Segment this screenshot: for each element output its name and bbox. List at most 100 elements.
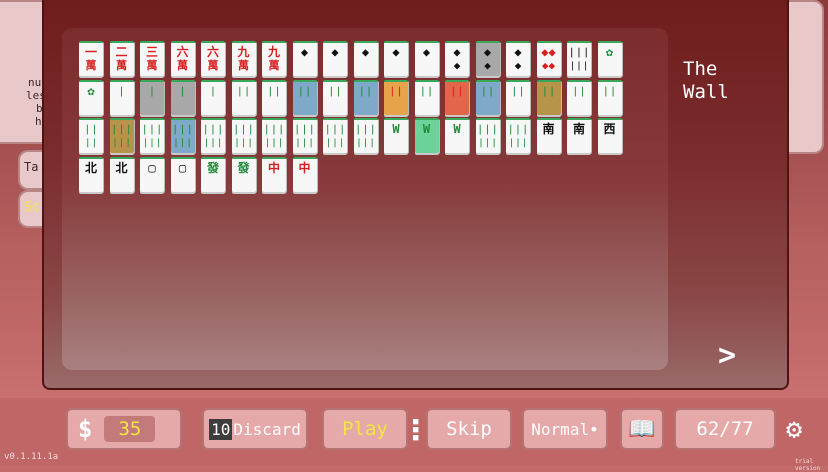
wall-tile: ❘❘	[445, 79, 469, 115]
tile-glyph: 發	[237, 160, 250, 175]
wall-tile: ❘❘❘ ❘❘❘	[323, 118, 347, 153]
mode-toggle-button[interactable]: Normal•	[522, 408, 608, 450]
tile-glyph: ❘❘	[266, 83, 282, 98]
tile-subglyph: ❘❘❘	[325, 136, 345, 149]
side-info-line-4: h	[35, 115, 42, 128]
tile-subglyph: ❘❘❘	[294, 136, 315, 149]
wall-tile: W	[384, 118, 408, 153]
tile-subglyph: ◆◆	[541, 59, 556, 72]
wall-tile: ❘❘❘ ❘❘❘	[140, 118, 164, 153]
tile-glyph: ❘❘	[83, 122, 99, 136]
wall-tile: ❘❘❘ ❘❘❘	[262, 118, 286, 153]
tile-glyph: W	[392, 122, 400, 136]
tile-subglyph: 萬	[238, 59, 249, 72]
tile-subglyph: ❘❘❘	[203, 136, 223, 149]
tile-glyph: ◆	[300, 45, 309, 59]
tile-subglyph: ◆	[484, 59, 491, 72]
wall-tile: ✿	[597, 41, 622, 76]
tile-glyph: ❘❘❘	[293, 122, 316, 136]
tile-glyph: ❘❘	[510, 83, 526, 98]
wall-tile: ❘❘❘ ❘❘❘	[201, 118, 225, 153]
tile-glyph: 發	[206, 160, 219, 175]
tile-glyph: ◆	[483, 45, 492, 59]
wall-tile: 二萬	[109, 41, 134, 76]
discard-label: Discard	[233, 419, 301, 439]
wall-tile: W	[414, 118, 439, 153]
wall-tile: ◆◆ ◆◆	[536, 41, 561, 76]
side-tab-label: Ta	[24, 160, 39, 174]
tile-glyph: 一	[84, 45, 97, 59]
wall-tile: ❘❘	[231, 79, 256, 115]
wall-tile: ❘	[140, 79, 164, 115]
wall-tile: ◆	[292, 41, 317, 76]
tile-glyph: ◆	[331, 45, 339, 59]
wall-tile: ✿	[79, 79, 103, 115]
next-arrow-icon[interactable]: >	[718, 338, 736, 373]
skip-button[interactable]: Skip	[426, 408, 512, 450]
tile-subglyph: 萬	[146, 59, 158, 72]
wall-tile: 九萬	[231, 41, 256, 76]
tile-glyph: ✿	[87, 83, 95, 98]
tile-subglyph: 萬	[177, 59, 188, 72]
tile-glyph: ❘❘	[419, 83, 434, 98]
wall-tile: ❘❘	[597, 79, 622, 115]
wall-tile: 中	[262, 156, 286, 192]
tile-subglyph: 萬	[116, 59, 127, 72]
wall-tile: 九萬	[262, 41, 286, 76]
tile-glyph: ❘❘	[480, 83, 495, 98]
wall-tile: 南	[567, 118, 591, 153]
tile-glyph: ❘❘	[541, 83, 556, 98]
tile-subglyph: ❘❘❘	[508, 136, 528, 149]
tile-glyph: ❘❘	[236, 83, 251, 98]
more-dots-icon[interactable]: ■ ■ ■	[413, 418, 419, 443]
wall-tile: 北	[79, 156, 103, 192]
wall-tile: ❘❘❘ ❘❘❘	[292, 118, 317, 153]
wall-tile: W	[445, 118, 469, 153]
book-icon[interactable]: 📖	[620, 408, 664, 450]
wall-tile: ❘❘❘ ❘❘❘	[567, 41, 591, 76]
wall-tile-grid: 一萬二萬三萬六萬六萬九萬九萬 ◆ ◆ ◆ ◆ ◆ ◆ ◆ ◆ ◆ ◆ ◆ ◆◆ ◆◆ ❘❘❘ ❘❘❘ ✿ ✿ ❘ ❘ ❘…	[62, 28, 668, 370]
gear-icon[interactable]: ⚙	[786, 414, 802, 445]
wall-tile: ❘❘❘ ❘❘❘	[475, 118, 500, 153]
wall-tile: ❘❘	[475, 79, 500, 115]
tile-glyph: ◆	[514, 45, 522, 59]
tile-glyph: 三	[145, 45, 158, 59]
tile-subglyph: 萬	[268, 59, 280, 72]
tile-subglyph: ❘❘❘	[111, 136, 132, 149]
tile-glyph: 北	[84, 160, 97, 175]
wall-tile: ◆ ◆	[445, 41, 469, 76]
tile-glyph: ❘❘❘	[507, 122, 529, 136]
wall-tile: ❘❘	[323, 79, 347, 115]
tile-glyph: ❘	[178, 83, 187, 98]
tile-glyph: ❘❘❘	[324, 122, 346, 136]
tile-glyph: ❘❘❘	[141, 122, 163, 136]
wall-tile: ❘❘ ❘❘	[79, 118, 103, 153]
tile-subglyph: ❘❘❘	[264, 136, 284, 149]
tile-glyph: 北	[115, 160, 128, 175]
tile-glyph: ◆	[361, 45, 370, 59]
tile-glyph: 二	[115, 45, 128, 59]
tile-subglyph: ❘❘	[84, 136, 98, 149]
wall-tile: ❘❘	[567, 79, 591, 115]
wall-tile: 南	[536, 118, 561, 153]
tile-subglyph: ❘❘❘	[355, 136, 376, 149]
tile-glyph: ❘❘❘	[171, 122, 194, 136]
tile-glyph: ❘❘	[388, 83, 404, 98]
tile-subglyph: ❘❘❘	[569, 59, 589, 72]
discard-button[interactable]: 10 Discard	[202, 408, 308, 450]
wall-title: The Wall	[683, 58, 729, 103]
discard-count: 10	[209, 418, 233, 440]
wall-tile: ▢	[170, 156, 195, 192]
wall-tile: 六萬	[170, 41, 195, 76]
tile-glyph: ◆	[422, 45, 431, 59]
wall-tile: 發	[231, 156, 256, 192]
side-score-label: Sc	[24, 200, 40, 215]
tile-glyph: ◆	[453, 45, 461, 59]
tile-glyph: ✿	[605, 45, 614, 59]
trial-label: trial version	[795, 458, 821, 472]
wall-tile: 中	[292, 156, 317, 192]
wall-tile: ❘	[201, 79, 225, 115]
tile-subglyph: ❘❘❘	[233, 136, 254, 149]
dollar-icon: $	[78, 415, 93, 443]
play-button[interactable]: Play	[322, 408, 408, 450]
